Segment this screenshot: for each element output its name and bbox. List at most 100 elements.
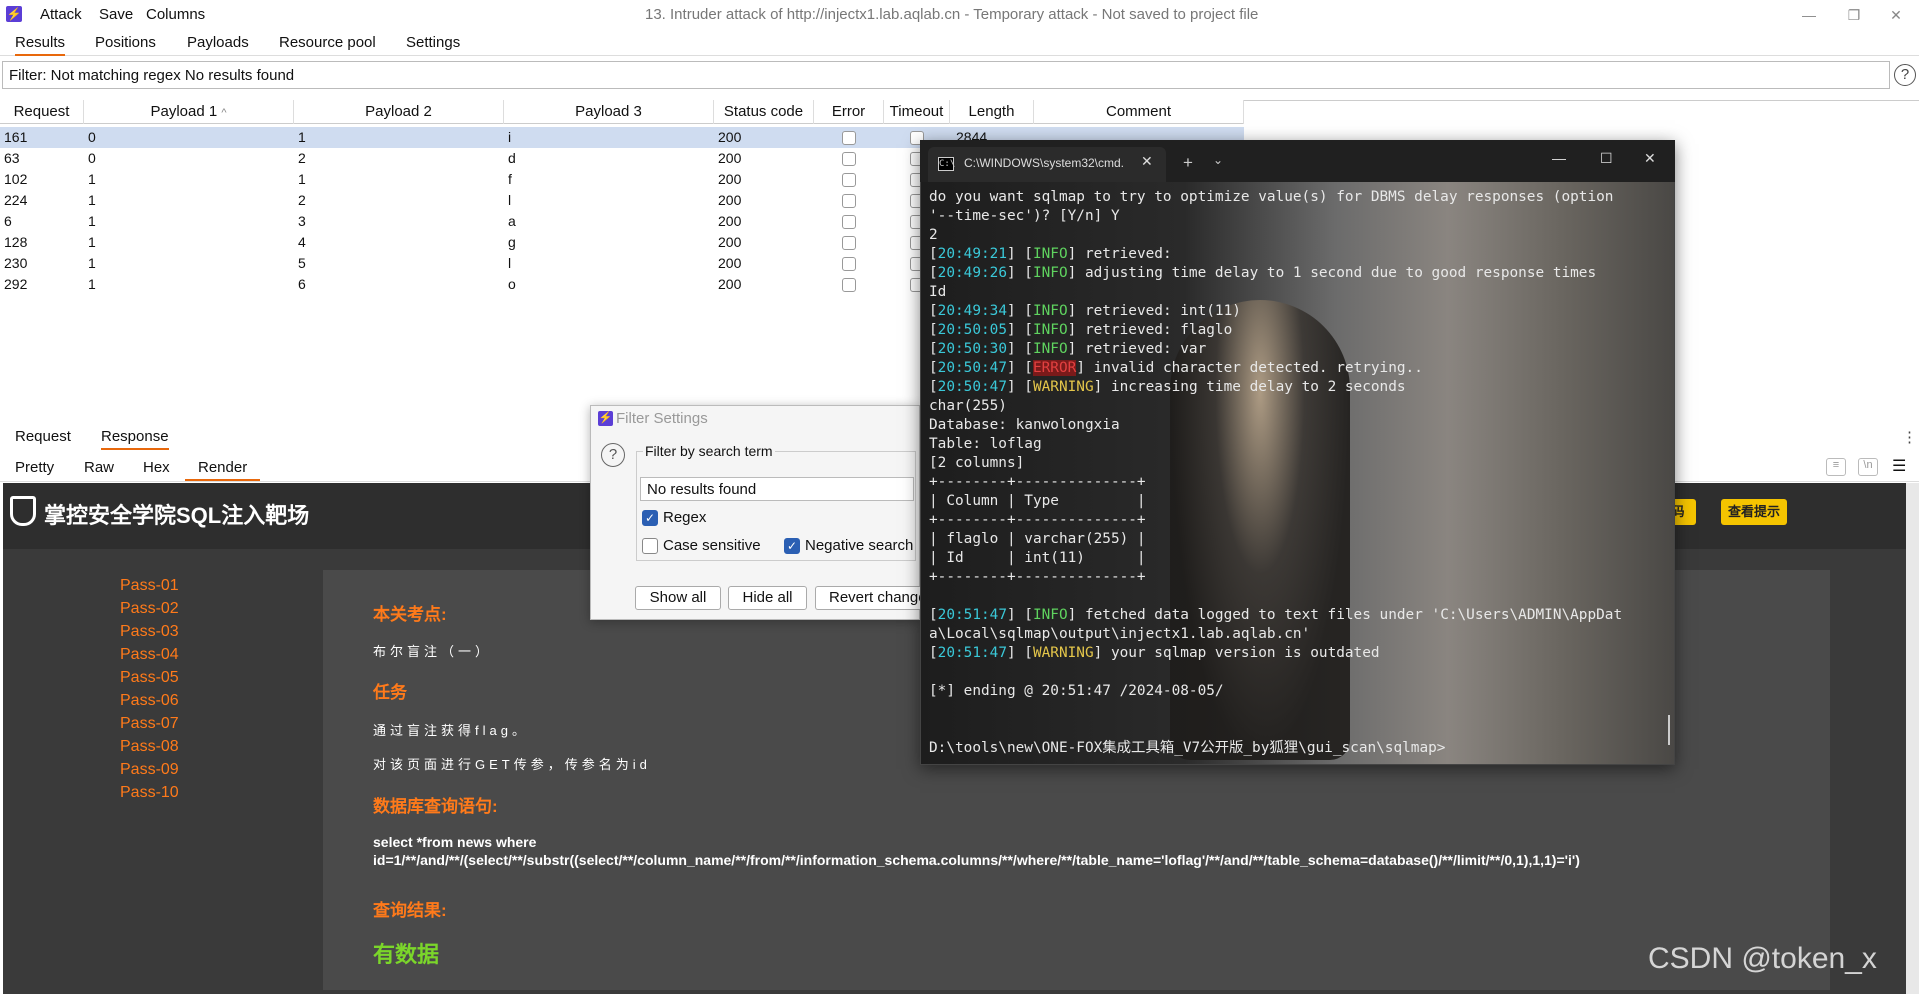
newline-icon[interactable]: \n — [1858, 458, 1878, 476]
table-cell: l — [508, 255, 512, 271]
table-cell: 1 — [298, 129, 306, 145]
tab-response[interactable]: Response — [101, 428, 169, 450]
tab-results[interactable]: Results — [15, 34, 66, 56]
maximize-icon[interactable]: ☐ — [1600, 150, 1613, 167]
terminal-line: +--------+--------------+ — [929, 474, 1146, 490]
terminal-scrollbar[interactable] — [1668, 715, 1670, 745]
table-cell: 200 — [718, 255, 742, 271]
terminal-line: [20:49:26] [INFO] adjusting time delay t… — [929, 265, 1597, 281]
col-comment[interactable]: Comment — [1034, 100, 1244, 124]
pass-link[interactable]: Pass-09 — [120, 761, 179, 779]
hint-button[interactable]: 查看提示 — [1721, 499, 1787, 525]
table-cell: o — [508, 276, 516, 292]
col-payload3[interactable]: Payload 3 — [504, 100, 714, 124]
tab-settings[interactable]: Settings — [406, 34, 460, 51]
restore-icon[interactable]: ❐ — [1834, 2, 1874, 28]
tab-raw[interactable]: Raw — [84, 459, 114, 476]
table-cell: 200 — [718, 192, 742, 208]
sql-line-2: id=1/**/and/**/(select/**/substr((select… — [373, 852, 1580, 868]
close-icon[interactable]: ✕ — [1644, 150, 1656, 167]
terminal-line: | Id | int(11) | — [929, 550, 1146, 566]
col-payload1[interactable]: Payload 1 ^ — [84, 100, 294, 124]
dialog-title: Filter Settings — [616, 410, 708, 427]
minimize-icon[interactable]: — — [1552, 150, 1566, 166]
help-icon[interactable]: ? — [1894, 64, 1916, 86]
table-cell: 3 — [298, 213, 306, 229]
table-cell: 200 — [718, 234, 742, 250]
table-cell: 1 — [88, 192, 96, 208]
col-request[interactable]: Request — [0, 100, 84, 124]
col-status[interactable]: Status code — [714, 100, 814, 124]
pass-link[interactable]: Pass-08 — [120, 738, 179, 756]
more-options-icon[interactable]: ⋮ — [1902, 428, 1917, 446]
regex-checkbox[interactable]: ✓ — [642, 510, 658, 526]
pass-link[interactable]: Pass-06 — [120, 692, 179, 710]
tab-close-icon[interactable]: ✕ — [1141, 153, 1153, 170]
tab-render[interactable]: Render — [185, 459, 261, 481]
menu-attack[interactable]: Attack — [40, 6, 82, 23]
pass-link[interactable]: Pass-03 — [120, 623, 179, 641]
col-timeout[interactable]: Timeout — [884, 100, 950, 124]
table-cell: 63 — [4, 150, 20, 166]
negative-search-checkbox[interactable]: ✓ — [784, 538, 800, 554]
pass-link[interactable]: Pass-07 — [120, 715, 179, 733]
table-cell: 1 — [88, 171, 96, 187]
terminal-line: 2 — [929, 227, 938, 243]
revert-changes-button[interactable]: Revert changes — [815, 586, 920, 610]
table-cell: d — [508, 150, 516, 166]
row-checkbox — [842, 152, 856, 166]
tab-positions[interactable]: Positions — [95, 34, 156, 51]
table-cell: 0 — [88, 129, 96, 145]
table-cell: 1 — [88, 213, 96, 229]
col-error[interactable]: Error — [814, 100, 884, 124]
table-cell: 5 — [298, 255, 306, 271]
new-tab-icon[interactable]: + — [1183, 153, 1193, 173]
pass-link[interactable]: Pass-05 — [120, 669, 179, 687]
task-text-2: 对该页面进行GET传参，传参名为id — [373, 757, 651, 772]
menu-save[interactable]: Save — [99, 6, 133, 23]
query-result: 有数据 — [373, 942, 440, 967]
render-scrollbar[interactable] — [1906, 483, 1919, 994]
col-payload2[interactable]: Payload 2 — [294, 100, 504, 124]
pass-link[interactable]: Pass-04 — [120, 646, 179, 664]
help-icon[interactable]: ? — [601, 443, 625, 467]
col-length[interactable]: Length — [950, 100, 1034, 124]
terminal-line: [20:49:34] [INFO] retrieved: int(11) — [929, 303, 1241, 319]
menu-icon[interactable]: ☰ — [1892, 456, 1906, 476]
terminal-line: [20:50:47] [WARNING] increasing time del… — [929, 379, 1406, 395]
search-term-input[interactable]: No results found — [640, 477, 914, 501]
cmd-icon: C:\ — [938, 157, 956, 171]
pass-link[interactable]: Pass-10 — [120, 784, 179, 802]
hide-all-button[interactable]: Hide all — [728, 586, 807, 610]
table-cell: f — [508, 171, 512, 187]
tab-resource-pool[interactable]: Resource pool — [279, 34, 376, 51]
pass-link[interactable]: Pass-02 — [120, 600, 179, 618]
terminal-output[interactable]: do you want sqlmap to try to optimize va… — [929, 188, 1669, 758]
row-checkbox — [842, 131, 856, 145]
regex-label: Regex — [663, 509, 707, 526]
table-cell: 1 — [88, 255, 96, 271]
row-checkbox — [842, 194, 856, 208]
tab-payloads[interactable]: Payloads — [187, 34, 249, 51]
terminal-line: [20:50:05] [INFO] retrieved: flaglo — [929, 322, 1233, 338]
tab-request[interactable]: Request — [15, 428, 71, 445]
chevron-down-icon[interactable]: ⌄ — [1213, 153, 1223, 167]
heading-query: 数据库查询语句: — [373, 797, 498, 816]
filter-bar[interactable]: Filter: Not matching regex No results fo… — [2, 61, 1890, 89]
tab-hex[interactable]: Hex — [143, 459, 170, 476]
table-cell: 200 — [718, 276, 742, 292]
sort-asc-icon: ^ — [221, 107, 227, 119]
terminal-line: Table: loflag — [929, 436, 1042, 452]
close-icon[interactable]: ✕ — [1876, 2, 1916, 28]
terminal-line: D:\tools\new\ONE-FOX集成工具箱_V7公开版_by狐狸\gui… — [929, 740, 1446, 756]
minimize-icon[interactable]: — — [1789, 2, 1829, 28]
pass-link[interactable]: Pass-01 — [120, 577, 179, 595]
menu-columns[interactable]: Columns — [146, 6, 205, 23]
tab-pretty[interactable]: Pretty — [15, 459, 54, 476]
wrap-icon[interactable]: ≡ — [1826, 458, 1846, 476]
case-sensitive-checkbox[interactable] — [642, 538, 658, 554]
table-cell: 161 — [4, 129, 28, 145]
show-all-button[interactable]: Show all — [635, 586, 721, 610]
